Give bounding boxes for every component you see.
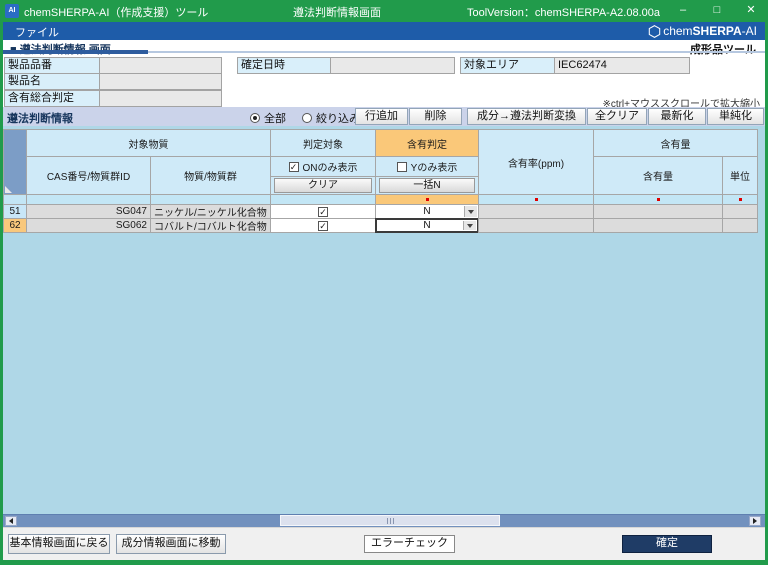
convert-button[interactable]: 成分→遵法判断変換 (467, 108, 586, 125)
delete-button[interactable]: 削除 (409, 108, 462, 125)
cell-judgment-target[interactable]: ✓ (270, 204, 376, 219)
cell-content-amount[interactable] (593, 218, 723, 233)
row-gutter-header (3, 129, 27, 195)
dropdown-value: N (423, 220, 431, 231)
select-all-corner[interactable] (5, 186, 12, 193)
screen-name-title: 遵法判断情報画面 (293, 7, 381, 19)
section-label: 遵法判断情報 (7, 113, 73, 125)
confirm-button[interactable]: 確定 (622, 535, 712, 553)
col-header-target-substance: 対象物質 (26, 129, 271, 157)
total-judgment-field (99, 90, 222, 107)
refresh-button[interactable]: 最新化 (648, 108, 706, 125)
maximize-button[interactable]: □ (700, 0, 734, 22)
chevron-down-icon[interactable] (463, 221, 476, 230)
arrow-right-icon (753, 518, 757, 524)
required-marker (534, 198, 538, 201)
target-area-label: 対象エリア (460, 57, 555, 74)
col-header-cas-id: CAS番号/物質群ID (26, 156, 151, 195)
clear-all-button[interactable]: 全クリア (587, 108, 647, 125)
cell-substance: コバルト/コバルト化合物 (150, 218, 271, 233)
checkbox-unchecked-icon[interactable] (396, 161, 407, 172)
cell-content-rate[interactable] (478, 218, 594, 233)
total-judgment-label: 含有総合判定 (4, 90, 100, 107)
move-to-component-info-button[interactable]: 成分情報画面に移動 (116, 534, 226, 554)
confirm-datetime-field (330, 57, 455, 74)
minimize-button[interactable]: – (666, 0, 700, 22)
col-header-content-amount: 含有量 (593, 156, 723, 195)
radio-unselected-icon (302, 113, 312, 123)
cell-unit[interactable] (722, 204, 758, 219)
cell-content-rate[interactable] (478, 204, 594, 219)
checkbox-checked-icon[interactable]: ✓ (288, 161, 299, 172)
window-controls: – □ ✕ (666, 0, 768, 22)
logo-suffix: -AI (741, 24, 757, 38)
y-only-label: Yのみ表示 (410, 163, 458, 174)
checkbox-checked-icon[interactable]: ✓ (318, 220, 328, 231)
app-window: AI chemSHERPA-AI（作成支援）ツール 遵法判断情報画面 ToolV… (0, 0, 768, 565)
window-title: chemSHERPA-AI（作成支援）ツール (24, 7, 209, 19)
row-number[interactable]: 62 (3, 218, 27, 233)
arrow-left-icon (9, 518, 13, 524)
scrollbar-thumb[interactable] (280, 515, 500, 526)
thumb-grip-icon (386, 517, 394, 524)
menubar: ファイル chemSHERPA-AI (3, 22, 765, 40)
required-marker (656, 198, 660, 201)
cell-cas-id: SG062 (26, 218, 151, 233)
error-check-button[interactable]: エラーチェック (364, 535, 455, 553)
col-header-substance-group: 物質/物質群 (150, 156, 271, 195)
col-header-unit: 単位 (722, 156, 758, 195)
tool-type-label: 成形品ツール (690, 44, 756, 56)
chemsherpa-logo: chemSHERPA-AI (648, 23, 757, 39)
app-icon: AI (5, 4, 19, 18)
required-marker (425, 198, 429, 201)
cell-cas-id: SG047 (26, 204, 151, 219)
tool-version: ToolVersion：chemSHERPA-A2.08.00a (467, 7, 661, 19)
scroll-left-button[interactable] (5, 516, 17, 526)
col-header-content-amount-group: 含有量 (593, 129, 758, 157)
radio-show-all[interactable]: 全部 (250, 110, 286, 126)
hexagon-icon (648, 24, 661, 38)
radio-filtered[interactable]: 絞り込み (302, 110, 360, 126)
required-marker (738, 198, 742, 201)
on-only-filter[interactable]: ✓ ONのみ表示 (270, 156, 376, 177)
radio-selected-icon (250, 113, 260, 123)
col-header-content-judgment: 含有判定 (375, 129, 479, 157)
radio-dot (253, 116, 257, 120)
product-name-label: 製品名 (4, 73, 100, 90)
content-judgment-dropdown-focused[interactable]: N (375, 218, 479, 233)
content-judgment-dropdown[interactable]: N (375, 204, 479, 219)
product-name-field[interactable] (99, 73, 222, 90)
cell-content-amount[interactable] (593, 204, 723, 219)
product-number-label: 製品品番 (4, 57, 100, 74)
chevron-down-icon[interactable] (464, 206, 477, 217)
page-title: ■ 遵法判断情報 画面 (10, 41, 111, 57)
confirm-datetime-label: 確定日時 (237, 57, 331, 74)
row-number[interactable]: 51 (3, 204, 27, 219)
titlebar: AI chemSHERPA-AI（作成支援）ツール 遵法判断情報画面 ToolV… (0, 0, 768, 22)
logo-sherpa: SHERPA (692, 24, 742, 38)
dropdown-value: N (423, 206, 431, 217)
cell-unit[interactable] (722, 218, 758, 233)
clear-judgment-button[interactable]: クリア (274, 178, 372, 193)
radio-show-all-label: 全部 (264, 113, 286, 125)
menu-file[interactable]: ファイル (15, 24, 59, 40)
on-only-label: ONのみ表示 (302, 163, 358, 174)
back-to-basic-info-button[interactable]: 基本情報画面に戻る (8, 534, 110, 554)
add-row-button[interactable]: 行追加 (355, 108, 408, 125)
bulk-n-button[interactable]: 一括N (379, 178, 475, 193)
target-area-field[interactable]: IEC62474 (554, 57, 690, 74)
scroll-right-button[interactable] (749, 516, 761, 526)
logo-chem: chem (663, 24, 693, 38)
product-number-field[interactable] (99, 57, 222, 74)
title-underline-accent (3, 50, 148, 54)
y-only-filter[interactable]: Yのみ表示 (375, 156, 479, 177)
cell-substance: ニッケル/ニッケル化合物 (150, 204, 271, 219)
cell-judgment-target[interactable]: ✓ (270, 218, 376, 233)
radio-filtered-label: 絞り込み (316, 113, 360, 125)
close-button[interactable]: ✕ (734, 0, 768, 22)
checkbox-checked-icon[interactable]: ✓ (318, 206, 328, 217)
col-header-content-rate: 含有率(ppm) (478, 129, 594, 195)
simplify-button[interactable]: 単純化 (707, 108, 764, 125)
col-header-judgment-target: 判定対象 (270, 129, 376, 157)
